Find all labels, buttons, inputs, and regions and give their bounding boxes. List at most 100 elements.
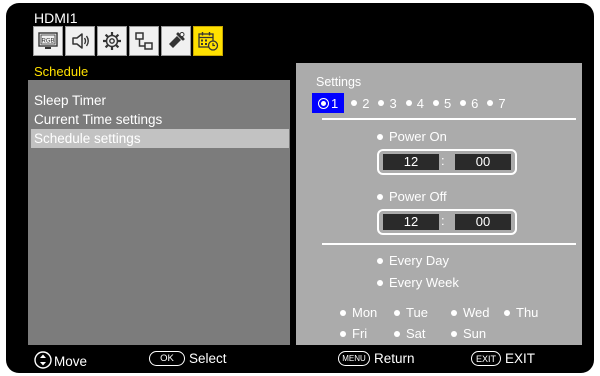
return-label: Return xyxy=(374,351,415,366)
menu-header: Schedule xyxy=(28,63,290,80)
every-day-label: Every Day xyxy=(389,253,449,268)
power-on-minute[interactable]: 00 xyxy=(455,154,511,170)
slot-radio-6[interactable]: 6 xyxy=(460,93,478,113)
menu-item-sleep-timer[interactable]: Sleep Timer xyxy=(34,91,289,110)
rgb-label: RGB xyxy=(41,38,54,44)
slot-label: 7 xyxy=(498,95,506,111)
ok-key-icon: OK xyxy=(149,351,185,366)
exit-hint: EXIT EXIT xyxy=(471,351,535,366)
every-day-option[interactable]: Every Day xyxy=(377,253,449,268)
power-off-time-box: 12 : 00 xyxy=(377,209,517,235)
slot-label: 3 xyxy=(389,95,397,111)
menu-key-icon: MENU xyxy=(338,351,370,366)
divider xyxy=(322,118,576,120)
slot-radio-7[interactable]: 7 xyxy=(487,93,506,113)
radio-dot-icon xyxy=(377,193,383,200)
schedule-calendar-icon xyxy=(197,30,219,52)
gear-icon xyxy=(101,30,123,52)
return-hint: MENU Return xyxy=(338,351,415,366)
exit-label: EXIT xyxy=(505,351,536,366)
network-icon xyxy=(133,30,155,52)
tab-schedule[interactable] xyxy=(193,26,223,56)
divider xyxy=(322,243,576,245)
day-option-thu[interactable]: Thu xyxy=(504,305,538,320)
day-label: Tue xyxy=(406,305,428,320)
category-tabs: RGB xyxy=(33,26,225,56)
move-hint: Move xyxy=(34,351,87,372)
day-option-wed[interactable]: Wed xyxy=(451,305,490,320)
day-option-sat[interactable]: Sat xyxy=(394,326,426,341)
radio-dot-icon xyxy=(394,330,400,337)
day-label: Fri xyxy=(352,326,368,341)
tab-picture[interactable]: RGB xyxy=(33,26,63,56)
power-on-option[interactable]: Power On xyxy=(377,129,447,144)
day-option-mon[interactable]: Mon xyxy=(340,305,377,320)
radio-dot-icon xyxy=(351,100,358,106)
day-label: Sat xyxy=(406,326,426,341)
day-label: Mon xyxy=(352,305,378,320)
power-off-label: Power Off xyxy=(389,189,447,204)
schedule-settings-panel: Settings 1 2 3 4 5 6 7 Power On 12 : 00 … xyxy=(296,63,582,345)
radio-dot-icon xyxy=(451,330,457,337)
menu-item-current-time-settings[interactable]: Current Time settings xyxy=(34,110,289,129)
menu-title: Schedule xyxy=(34,64,89,79)
schedule-slot-selector: 1 2 3 4 5 6 7 xyxy=(312,93,506,113)
power-on-hour[interactable]: 12 xyxy=(383,154,439,170)
tab-audio[interactable] xyxy=(65,26,95,56)
slot-radio-2[interactable]: 2 xyxy=(351,93,369,113)
input-source-label: HDMI1 xyxy=(34,10,78,26)
day-label: Wed xyxy=(463,305,490,320)
slot-radio-4[interactable]: 4 xyxy=(405,93,424,113)
slot-label: 6 xyxy=(471,95,479,111)
radio-dot-icon xyxy=(340,330,346,337)
slot-label: 2 xyxy=(362,95,370,111)
audio-icon xyxy=(69,30,91,52)
power-on-label: Power On xyxy=(389,129,447,144)
radio-dot-icon xyxy=(340,309,346,316)
radio-dot-icon xyxy=(378,100,385,106)
every-week-label: Every Week xyxy=(389,275,459,290)
radio-dot-icon xyxy=(377,279,383,286)
tab-network[interactable] xyxy=(129,26,159,56)
settings-label: Settings xyxy=(316,75,362,89)
radio-dot-icon xyxy=(394,309,400,316)
day-label: Thu xyxy=(516,305,539,320)
power-off-option[interactable]: Power Off xyxy=(377,189,447,204)
rgb-picture-icon: RGB xyxy=(37,30,59,52)
footer-key-guide: Move OK Select MENU Return EXIT EXIT xyxy=(6,350,594,373)
slot-radio-1[interactable]: 1 xyxy=(312,93,345,113)
radio-dot-icon xyxy=(460,100,467,106)
day-label: Sun xyxy=(463,326,487,341)
radio-dot-icon xyxy=(487,100,494,106)
directional-pad-icon xyxy=(34,351,54,372)
exit-key-icon: EXIT xyxy=(471,351,501,366)
select-hint: OK Select xyxy=(149,351,227,366)
radio-dot-icon xyxy=(377,133,383,140)
day-option-fri[interactable]: Fri xyxy=(340,326,367,341)
day-option-sun[interactable]: Sun xyxy=(451,326,486,341)
radio-selected-icon xyxy=(318,97,329,109)
slot-radio-3[interactable]: 3 xyxy=(378,93,397,113)
power-off-hour[interactable]: 12 xyxy=(383,214,439,230)
power-off-minute[interactable]: 00 xyxy=(455,214,511,230)
select-label: Select xyxy=(189,351,227,366)
osd-window: HDMI1 RGB Schedule Sleep Timer Current T… xyxy=(6,3,594,373)
slot-label: 1 xyxy=(331,95,339,111)
menu-panel: Schedule Sleep Timer Current Time settin… xyxy=(28,63,290,345)
slot-label: 4 xyxy=(416,95,424,111)
day-option-tue[interactable]: Tue xyxy=(394,305,428,320)
radio-dot-icon xyxy=(405,100,412,106)
radio-dot-icon xyxy=(451,309,457,316)
radio-dot-icon xyxy=(504,309,510,316)
menu-item-schedule-settings[interactable]: Schedule settings xyxy=(31,129,289,148)
slot-radio-5[interactable]: 5 xyxy=(432,93,452,113)
tab-setup[interactable] xyxy=(97,26,127,56)
tab-advanced[interactable] xyxy=(161,26,191,56)
power-on-time-box: 12 : 00 xyxy=(377,149,517,175)
radio-dot-icon xyxy=(377,257,383,264)
wrench-icon xyxy=(165,30,187,52)
every-week-option[interactable]: Every Week xyxy=(377,275,459,290)
slot-label: 5 xyxy=(443,95,452,111)
move-label: Move xyxy=(54,354,88,369)
time-separator: : xyxy=(441,213,445,228)
